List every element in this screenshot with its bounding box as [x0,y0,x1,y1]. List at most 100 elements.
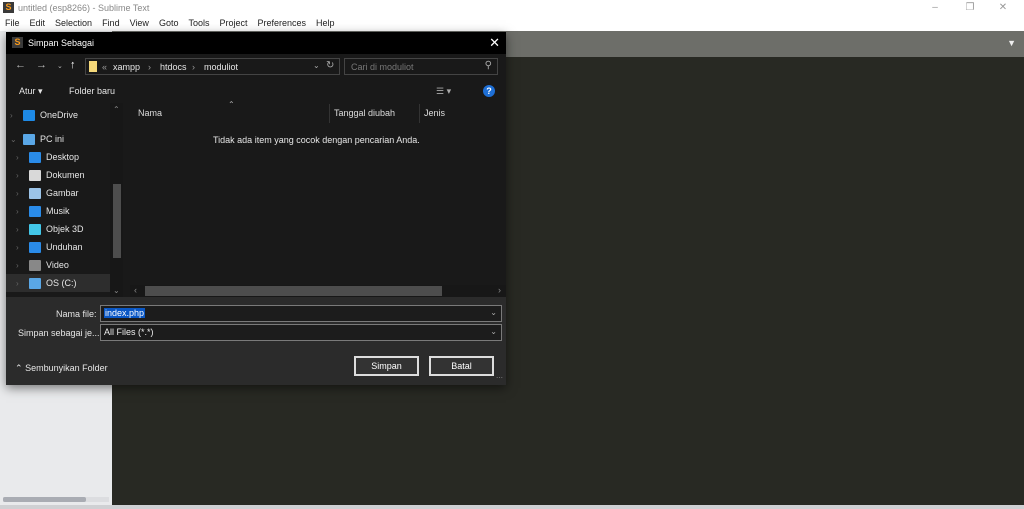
menu-tools[interactable]: Tools [183,16,214,31]
scroll-up-icon[interactable]: ⌃ [113,105,120,114]
address-dropdown-icon[interactable]: ⌄ [313,61,320,70]
address-bar[interactable]: « xampp › htdocs › moduliot ⌄ ↻ [85,58,340,75]
dialog-close-button[interactable]: ✕ [489,35,500,51]
video-icon [29,259,41,271]
breadcrumb-moduliot[interactable]: moduliot [204,62,238,72]
search-icon: ⚲ [484,60,492,71]
computer-icon [23,133,35,145]
breadcrumb-xampp[interactable]: xampp [113,62,140,72]
nav-item-unduhan[interactable]: › Unduhan [16,238,83,256]
filetype-value: All Files (*.*) [104,327,154,337]
menu-help[interactable]: Help [311,16,340,31]
chevron-right-icon[interactable]: › [16,171,24,180]
cancel-button[interactable]: Batal [429,356,494,376]
hide-folders-label: Sembunyikan Folder [25,363,108,373]
menu-preferences[interactable]: Preferences [252,16,311,31]
breadcrumb-separator-icon: › [148,62,151,72]
filename-value: index.php [104,308,146,318]
restore-button[interactable]: ❐ [955,1,985,15]
chevron-right-icon[interactable]: › [16,189,24,198]
breadcrumb-overflow[interactable]: « [102,62,107,72]
cube-icon [29,223,41,235]
close-window-button[interactable]: ✕ [988,1,1018,15]
recent-locations-dropdown[interactable]: ⌄ [57,62,63,70]
filename-input[interactable]: index.php ⌄ [100,305,502,322]
scroll-down-icon[interactable]: ⌄ [113,286,120,295]
view-options-icon[interactable]: ☰ ▾ [436,86,451,97]
menu-project[interactable]: Project [214,16,252,31]
column-header-name[interactable]: Nama [138,108,162,118]
chevron-down-icon[interactable]: ⌄ [10,135,18,144]
nav-scroll-thumb[interactable] [113,184,121,258]
nav-item-gambar[interactable]: › Gambar [16,184,79,202]
nav-item-label: OneDrive [40,110,79,120]
nav-item-label: Musik [46,206,70,216]
download-icon [29,241,41,253]
back-button[interactable]: ← [15,59,26,71]
file-list[interactable] [124,103,506,297]
chevron-down-icon[interactable]: ⌄ [490,308,497,317]
chevron-right-icon[interactable]: › [16,207,24,216]
help-button[interactable]: ? [483,85,495,97]
chevron-right-icon[interactable]: › [16,243,24,252]
scroll-left-icon[interactable]: ‹ [134,285,137,295]
desktop-icon [29,151,41,163]
hide-folders-button[interactable]: ⌃ Sembunyikan Folder [15,363,108,374]
empty-message: Tidak ada item yang cocok dengan pencari… [213,135,420,145]
scroll-right-icon[interactable]: › [498,285,501,295]
picture-icon [29,187,41,199]
chevron-right-icon[interactable]: › [16,261,24,270]
search-placeholder: Cari di moduliot [351,62,414,72]
breadcrumb-htdocs[interactable]: htdocs [160,62,187,72]
nav-item-dokumen[interactable]: › Dokumen [16,166,85,184]
list-scroll-thumb[interactable] [145,286,442,296]
tab-list-dropdown-icon[interactable]: ▼ [1007,38,1016,48]
filetype-label: Simpan sebagai je... [18,328,100,338]
nav-item-desktop[interactable]: › Desktop [16,148,79,166]
chevron-right-icon[interactable]: › [16,225,24,234]
column-header-date[interactable]: Tanggal diubah [334,108,395,118]
menu-selection[interactable]: Selection [50,16,97,31]
forward-button[interactable]: → [36,59,47,71]
breadcrumb-separator-icon: › [192,62,195,72]
nav-item-pc-ini[interactable]: ⌄ PC ini [10,130,64,148]
refresh-icon[interactable]: ↻ [326,60,334,71]
organize-label: Atur [19,86,36,96]
nav-item-label: Desktop [46,152,80,162]
column-separator[interactable] [329,104,330,123]
chevron-right-icon[interactable]: › [16,279,24,288]
chevron-right-icon[interactable]: › [16,153,24,162]
window-title: untitled (esp8266) - Sublime Text [18,3,150,13]
sublime-logo-icon: S [3,2,14,13]
save-button[interactable]: Simpan [354,356,419,376]
nav-item-label: PC ini [40,134,65,144]
menu-goto[interactable]: Goto [154,16,184,31]
filetype-select[interactable]: All Files (*.*) ⌄ [100,324,502,341]
menu-bar: File Edit Selection Find View Goto Tools… [0,16,340,31]
sidebar-scrollbar[interactable] [3,497,86,502]
nav-item-video[interactable]: › Video [16,256,69,274]
menu-view[interactable]: View [125,16,154,31]
nav-item-os-c[interactable]: › OS (C:) [6,274,110,292]
new-folder-button[interactable]: Folder baru [69,86,115,96]
save-as-dialog: S Simpan Sebagai ✕ ← → ⌄ ↑ « xampp › htd… [6,32,506,385]
column-separator[interactable] [419,104,420,123]
menu-find[interactable]: Find [97,16,125,31]
search-input[interactable]: Cari di moduliot ⚲ [344,58,498,75]
nav-item-objek-3d[interactable]: › Objek 3D [16,220,84,238]
resize-grip-icon[interactable]: ⋯ [496,374,503,382]
up-button[interactable]: ↑ [70,59,76,71]
nav-item-label: Gambar [46,188,79,198]
column-header-type[interactable]: Jenis [424,108,445,118]
menu-edit[interactable]: Edit [25,16,51,31]
menu-file[interactable]: File [0,16,25,31]
nav-item-onedrive[interactable]: › OneDrive [10,106,78,124]
chevron-down-icon[interactable]: ⌄ [490,327,497,336]
document-icon [29,169,41,181]
organize-button[interactable]: Atur ▾ [19,86,43,97]
nav-item-label: Unduhan [46,242,83,252]
minimize-button[interactable]: – [920,1,950,15]
nav-item-musik[interactable]: › Musik [16,202,70,220]
drive-icon [29,277,41,289]
chevron-right-icon[interactable]: › [10,111,18,120]
